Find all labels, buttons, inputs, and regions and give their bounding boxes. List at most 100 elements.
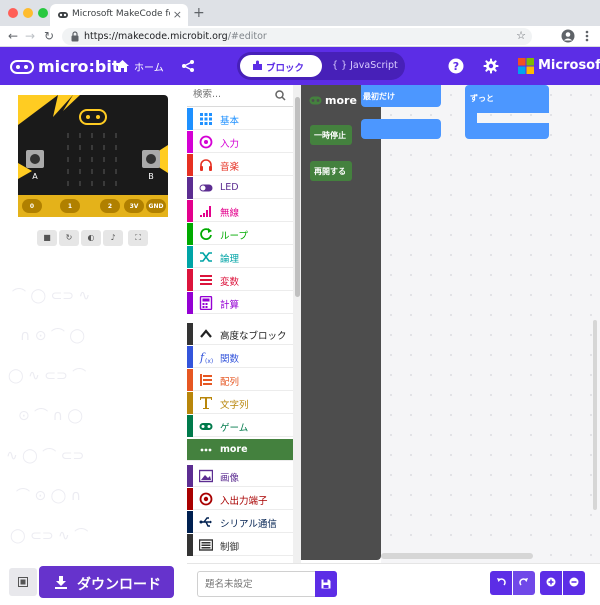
category-color-bar xyxy=(187,534,193,556)
category-label: 計算 xyxy=(220,300,240,311)
toolbox-scrollbar-thumb[interactable] xyxy=(295,97,300,297)
close-window-button[interactable] xyxy=(8,8,18,18)
forever-block-bottom[interactable] xyxy=(465,123,549,139)
maximize-window-button[interactable] xyxy=(38,8,48,18)
svg-text:(x): (x) xyxy=(205,358,213,364)
category-advanced[interactable]: 高度なブロック xyxy=(187,323,293,345)
category-label: 無線 xyxy=(220,208,240,219)
restart-button[interactable]: ↻ xyxy=(59,230,79,246)
address-bar: ← → ↻ https://makecode.microbit.org/#edi… xyxy=(0,26,600,47)
control-icon xyxy=(199,539,213,551)
project-name-input[interactable] xyxy=(197,571,315,597)
toolbox-search-input[interactable] xyxy=(193,89,273,100)
blocks-workspace[interactable]: 最初だけ ずっと xyxy=(361,85,600,563)
resume-block-label: 再開する xyxy=(314,167,346,176)
category-color-bar xyxy=(187,269,193,291)
profile-icon[interactable] xyxy=(561,29,575,43)
toolbox-search xyxy=(187,85,293,107)
category-control[interactable]: 制御 xyxy=(187,534,293,556)
category-functions[interactable]: f (x) 関数 xyxy=(187,346,293,368)
category-label: 関数 xyxy=(220,354,240,365)
category-led[interactable]: LED xyxy=(187,177,293,199)
category-input[interactable]: 入力 xyxy=(187,131,293,153)
javascript-tab[interactable]: { } JavaScript xyxy=(332,60,398,71)
zoom-in-button[interactable] xyxy=(540,571,562,595)
stop-button[interactable]: ■ xyxy=(37,230,57,246)
category-loops[interactable]: ループ xyxy=(187,223,293,245)
category-label: 文字列 xyxy=(220,400,249,411)
back-icon[interactable]: ← xyxy=(8,29,18,43)
bookmark-star-icon[interactable]: ☆ xyxy=(516,29,526,42)
category-color-bar xyxy=(187,292,193,314)
resume-block[interactable]: 再開する xyxy=(310,161,352,181)
microsoft-logo-icon xyxy=(518,58,534,74)
save-icon xyxy=(321,579,331,589)
category-music[interactable]: 音楽 xyxy=(187,154,293,176)
save-button[interactable] xyxy=(315,571,337,597)
category-color-bar xyxy=(187,465,193,487)
simulator-panel: ⌒ ◯ ⊂⊃ ∿ ∩ ⊙ ⌒ ◯ ◯ ∿ ⊂⊃ ⌒ ⊙ ⌒ ∩ ◯ ∿ ◯ ⌒ … xyxy=(0,85,187,605)
category-radio[interactable]: 無線 xyxy=(187,200,293,222)
category-text[interactable]: 文字列 xyxy=(187,392,293,414)
search-icon[interactable] xyxy=(275,90,286,101)
microbit-board[interactable]: A B 0 1 2 3V GND xyxy=(18,95,168,217)
home-icon xyxy=(116,60,129,72)
redo-button[interactable] xyxy=(513,571,535,595)
help-icon[interactable]: ? xyxy=(448,58,464,74)
undo-button[interactable] xyxy=(490,571,512,595)
category-more[interactable]: more xyxy=(187,439,293,461)
microsoft-label: Microsoft xyxy=(538,58,600,73)
pin-0-label: 0 xyxy=(30,203,34,210)
category-variables[interactable]: 変数 xyxy=(187,269,293,291)
redo-icon xyxy=(519,578,528,586)
category-pins[interactable]: 入出力端子 xyxy=(187,488,293,510)
workspace-vertical-scrollbar[interactable] xyxy=(593,320,597,510)
dots-icon xyxy=(200,448,212,452)
workspace-horizontal-scrollbar[interactable] xyxy=(381,553,533,559)
share-icon[interactable] xyxy=(181,59,195,73)
browser-menu-icon[interactable] xyxy=(582,29,592,43)
decor-pattern-icon: ⌒ ◯ ⊂⊃ ∿ xyxy=(12,288,91,304)
zoom-out-button[interactable] xyxy=(563,571,585,595)
minimize-window-button[interactable] xyxy=(23,8,33,18)
browser-tab[interactable]: Microsoft MakeCode for micro:bit × xyxy=(50,4,188,26)
fullscreen-button[interactable]: ⛶ xyxy=(128,230,148,246)
category-arrays[interactable]: 配列 xyxy=(187,369,293,391)
reload-icon[interactable]: ↻ xyxy=(44,29,54,43)
category-color-bar xyxy=(187,177,193,199)
mute-button[interactable]: ♪ xyxy=(103,230,123,246)
blocks-tab-label: ブロック xyxy=(266,63,305,74)
category-math[interactable]: 計算 xyxy=(187,292,293,314)
image-icon xyxy=(199,469,213,483)
svg-text:?: ? xyxy=(453,60,459,73)
on-start-block-bottom[interactable] xyxy=(361,119,441,139)
pin-1-label: 1 xyxy=(68,203,72,210)
puzzle-piece-icon xyxy=(253,60,262,70)
category-game[interactable]: ゲーム xyxy=(187,415,293,437)
editor-toggle: ブロック { } JavaScript xyxy=(237,52,405,80)
decor-pattern-icon: ⌒ ⊙ ◯ ∩ xyxy=(16,488,81,504)
forward-icon[interactable]: → xyxy=(25,29,35,43)
category-basic[interactable]: 基本 xyxy=(187,108,293,130)
slowmo-button[interactable]: ◐ xyxy=(81,230,101,246)
zoom-in-icon xyxy=(546,577,556,587)
tab-close-icon[interactable]: × xyxy=(173,8,182,21)
collapse-simulator-button[interactable] xyxy=(9,568,37,596)
category-serial[interactable]: シリアル通信 xyxy=(187,511,293,533)
settings-gear-icon[interactable] xyxy=(483,58,499,74)
pause-block[interactable]: 一時停止 xyxy=(310,125,352,145)
shuffle-icon xyxy=(200,252,212,262)
category-images[interactable]: 画像 xyxy=(187,465,293,487)
category-color-bar xyxy=(187,488,193,510)
forever-block[interactable]: ずっと xyxy=(465,85,549,113)
makecode-favicon-icon xyxy=(58,12,68,18)
url-field[interactable]: https://makecode.microbit.org/#editor ☆ xyxy=(62,28,532,45)
blocks-tab[interactable]: ブロック xyxy=(240,55,322,77)
calculator-icon xyxy=(199,296,213,310)
new-tab-button[interactable]: + xyxy=(193,5,205,21)
category-logic[interactable]: 論理 xyxy=(187,246,293,268)
category-label: more xyxy=(220,444,248,455)
download-button[interactable]: ダウンロード xyxy=(39,566,174,598)
on-start-block[interactable]: 最初だけ xyxy=(361,85,441,107)
collapse-icon xyxy=(18,577,28,587)
